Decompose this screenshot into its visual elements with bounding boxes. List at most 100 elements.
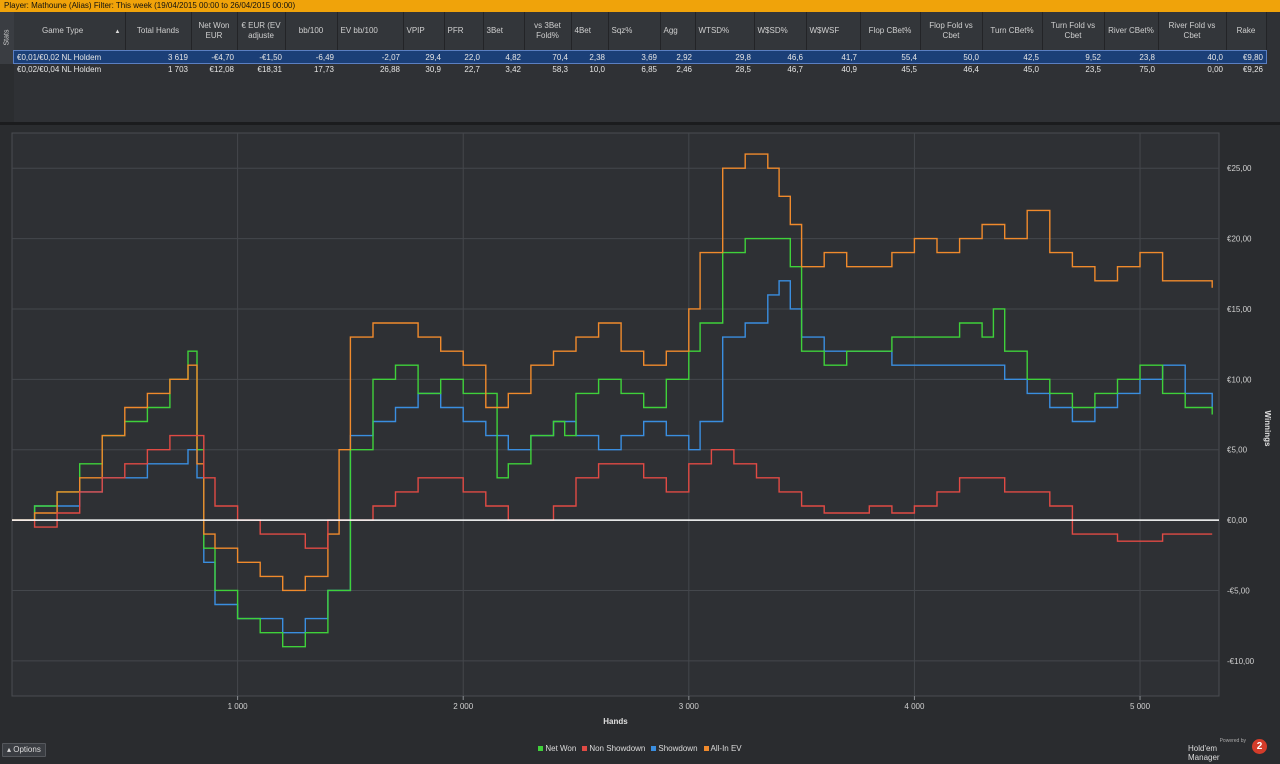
cell-rake: €9,26 <box>1242 64 1263 74</box>
cell-vs3bet: 70,4 <box>524 50 571 63</box>
cell-vs3bet: 58,3 <box>552 64 568 74</box>
winnings-graph: -€10,00 -€5,00 €0,00 €5,00 €10,00 €15,00 €20,0… <box>0 125 1280 764</box>
cell-turnfold: 23,5 <box>1085 64 1101 74</box>
x-tick-label: 1 000 <box>228 702 249 711</box>
column-header-pfr[interactable]: PFR <box>444 12 484 51</box>
cell-game: €0,02/€0,04 NL Holdem <box>17 64 102 74</box>
cell-4bet: 2,38 <box>571 50 608 63</box>
column-header-rake[interactable]: Rake <box>1226 12 1267 51</box>
cell-vpip: 30,9 <box>425 64 441 74</box>
column-header-riverfold[interactable]: River Fold vs Cbet <box>1158 12 1227 51</box>
y-axis-label: Winnings <box>1263 411 1272 447</box>
sort-ascending-icon: ▲ <box>114 29 121 35</box>
column-header-agg[interactable]: Agg <box>660 12 696 51</box>
cell-wsd: 46,6 <box>754 50 806 63</box>
legend-swatch-icon <box>538 746 544 752</box>
column-header-vpip[interactable]: VPIP <box>403 12 445 51</box>
cell-agg: 2,46 <box>676 64 692 74</box>
cell-wsd: 46,7 <box>787 64 803 74</box>
cell-turncb: 45,0 <box>1023 64 1039 74</box>
cell-evbb: -2,07 <box>337 50 403 63</box>
cell-riverfold: 40,0 <box>1158 50 1226 63</box>
y-tick-label: -€10,00 <box>1227 657 1255 666</box>
stats-side-tab[interactable]: Stats <box>0 12 15 64</box>
column-header-ev[interactable]: € EUR (EV adjuste <box>237 12 286 51</box>
cell-pfr: 22,7 <box>464 64 480 74</box>
legend-item-non-showdown[interactable]: Non Showdown <box>582 744 645 753</box>
column-header-bb100[interactable]: bb/100 <box>285 12 338 51</box>
legend-item-all-in-ev[interactable]: All-In EV <box>703 744 742 753</box>
legend-label: Non Showdown <box>589 744 646 753</box>
cell-evbb: 26,88 <box>379 64 400 74</box>
x-tick-label: 3 000 <box>679 702 700 711</box>
column-header-turnfold[interactable]: Turn Fold vs Cbet <box>1042 12 1105 51</box>
cell-wtsd: 29,8 <box>695 50 754 63</box>
y-tick-label: -€5,00 <box>1227 586 1250 595</box>
legend-label: Showdown <box>658 744 698 753</box>
cell-game: €0,01/€0,02 NL Holdem <box>14 50 125 63</box>
plot-area <box>11 132 1220 697</box>
column-header-netwon[interactable]: Net Won EUR <box>191 12 238 51</box>
legend-swatch-icon <box>703 746 709 752</box>
legend-item-net-won[interactable]: Net Won <box>538 744 576 753</box>
cell-flopcb: 55,4 <box>860 50 920 63</box>
x-axis-label: Hands <box>603 717 628 726</box>
brand-logo-area: Powered by Hold'em Manager 2 <box>1188 738 1270 762</box>
table-row[interactable]: €0,02/€0,04 NL Holdem 1 703 €12,08 €18,31 17… <box>14 63 1266 75</box>
legend-swatch-icon <box>582 746 588 752</box>
column-header-evbb[interactable]: EV bb/100 <box>337 12 404 51</box>
cell-rake: €9,80 <box>1226 50 1266 63</box>
column-header-game[interactable]: Game Type ▲ <box>14 12 126 51</box>
column-header-flopfold[interactable]: Flop Fold vs Cbet <box>920 12 983 51</box>
cell-riverfold: 0,00 <box>1207 64 1223 74</box>
column-header-rivercb[interactable]: River CBet% <box>1104 12 1159 51</box>
cell-vpip: 29,4 <box>403 50 444 63</box>
cell-netwon: -€4,70 <box>191 50 237 63</box>
column-header-vs3bet[interactable]: vs 3Bet Fold% <box>524 12 572 51</box>
legend-item-showdown[interactable]: Showdown <box>651 744 698 753</box>
cell-hands: 3 619 <box>125 50 191 63</box>
cell-rivercb: 23,8 <box>1104 50 1158 63</box>
cell-4bet: 10,0 <box>589 64 605 74</box>
cell-3bet: 4,82 <box>483 50 524 63</box>
table-header-row: Game Type ▲ Total Hands Net Won EUR € EUR (E… <box>14 12 1267 51</box>
cell-netwon: €12,08 <box>209 64 234 74</box>
y-tick-label: €15,00 <box>1227 305 1252 314</box>
hm2-logo-icon: 2 <box>1252 739 1267 754</box>
cell-hands: 1 703 <box>167 64 188 74</box>
column-header-4bet[interactable]: 4Bet <box>571 12 609 51</box>
filter-text: Player: Mathoune (Alias) Filter: This we… <box>4 1 296 10</box>
cell-flopfold: 50,0 <box>920 50 982 63</box>
cell-3bet: 3,42 <box>505 64 521 74</box>
legend-label: All-In EV <box>710 744 742 753</box>
cell-rivercb: 75,0 <box>1139 64 1155 74</box>
cell-flopfold: 46,4 <box>963 64 979 74</box>
column-header-wsd[interactable]: W$SD% <box>754 12 807 51</box>
cell-bb100: -6,49 <box>285 50 337 63</box>
column-header-wwsf[interactable]: W$WSF <box>806 12 861 51</box>
column-header-wtsd[interactable]: WTSD% <box>695 12 755 51</box>
chart-legend: Net Won Non Showdown Showdown All-In EV <box>0 744 1280 753</box>
winnings-chart: -€10,00 -€5,00 €0,00 €5,00 €10,00 €15,00 €20,0… <box>11 132 1272 726</box>
x-tick-label: 5 000 <box>1130 702 1151 711</box>
column-header-3bet[interactable]: 3Bet <box>483 12 525 51</box>
legend-label: Net Won <box>545 744 577 753</box>
y-tick-label: €0,00 <box>1227 516 1248 525</box>
column-header-turncb[interactable]: Turn CBet% <box>982 12 1043 51</box>
stats-grid: Game Type ▲ Total Hands Net Won EUR € EUR (E… <box>13 12 1280 122</box>
cell-flopcb: 45,5 <box>901 64 917 74</box>
column-header-flopcb[interactable]: Flop CBet% <box>860 12 921 51</box>
cell-sqz: 3,69 <box>608 50 660 63</box>
y-tick-label: €5,00 <box>1227 446 1248 455</box>
cell-turncb: 42,5 <box>982 50 1042 63</box>
column-header-hands[interactable]: Total Hands <box>125 12 192 51</box>
table-row[interactable]: €0,01/€0,02 NL Holdem 3 619 -€4,70 -€1,50 -6… <box>13 49 1267 64</box>
y-tick-label: €20,00 <box>1227 235 1252 244</box>
cell-wwsf: 41,7 <box>806 50 860 63</box>
cell-ev: -€1,50 <box>237 50 285 63</box>
cell-wtsd: 28,5 <box>735 64 751 74</box>
y-tick-label: €25,00 <box>1227 164 1252 173</box>
column-header-sqz[interactable]: Sqz% <box>608 12 661 51</box>
filter-bar: Player: Mathoune (Alias) Filter: This we… <box>0 0 1280 12</box>
cell-turnfold: 9,52 <box>1042 50 1104 63</box>
